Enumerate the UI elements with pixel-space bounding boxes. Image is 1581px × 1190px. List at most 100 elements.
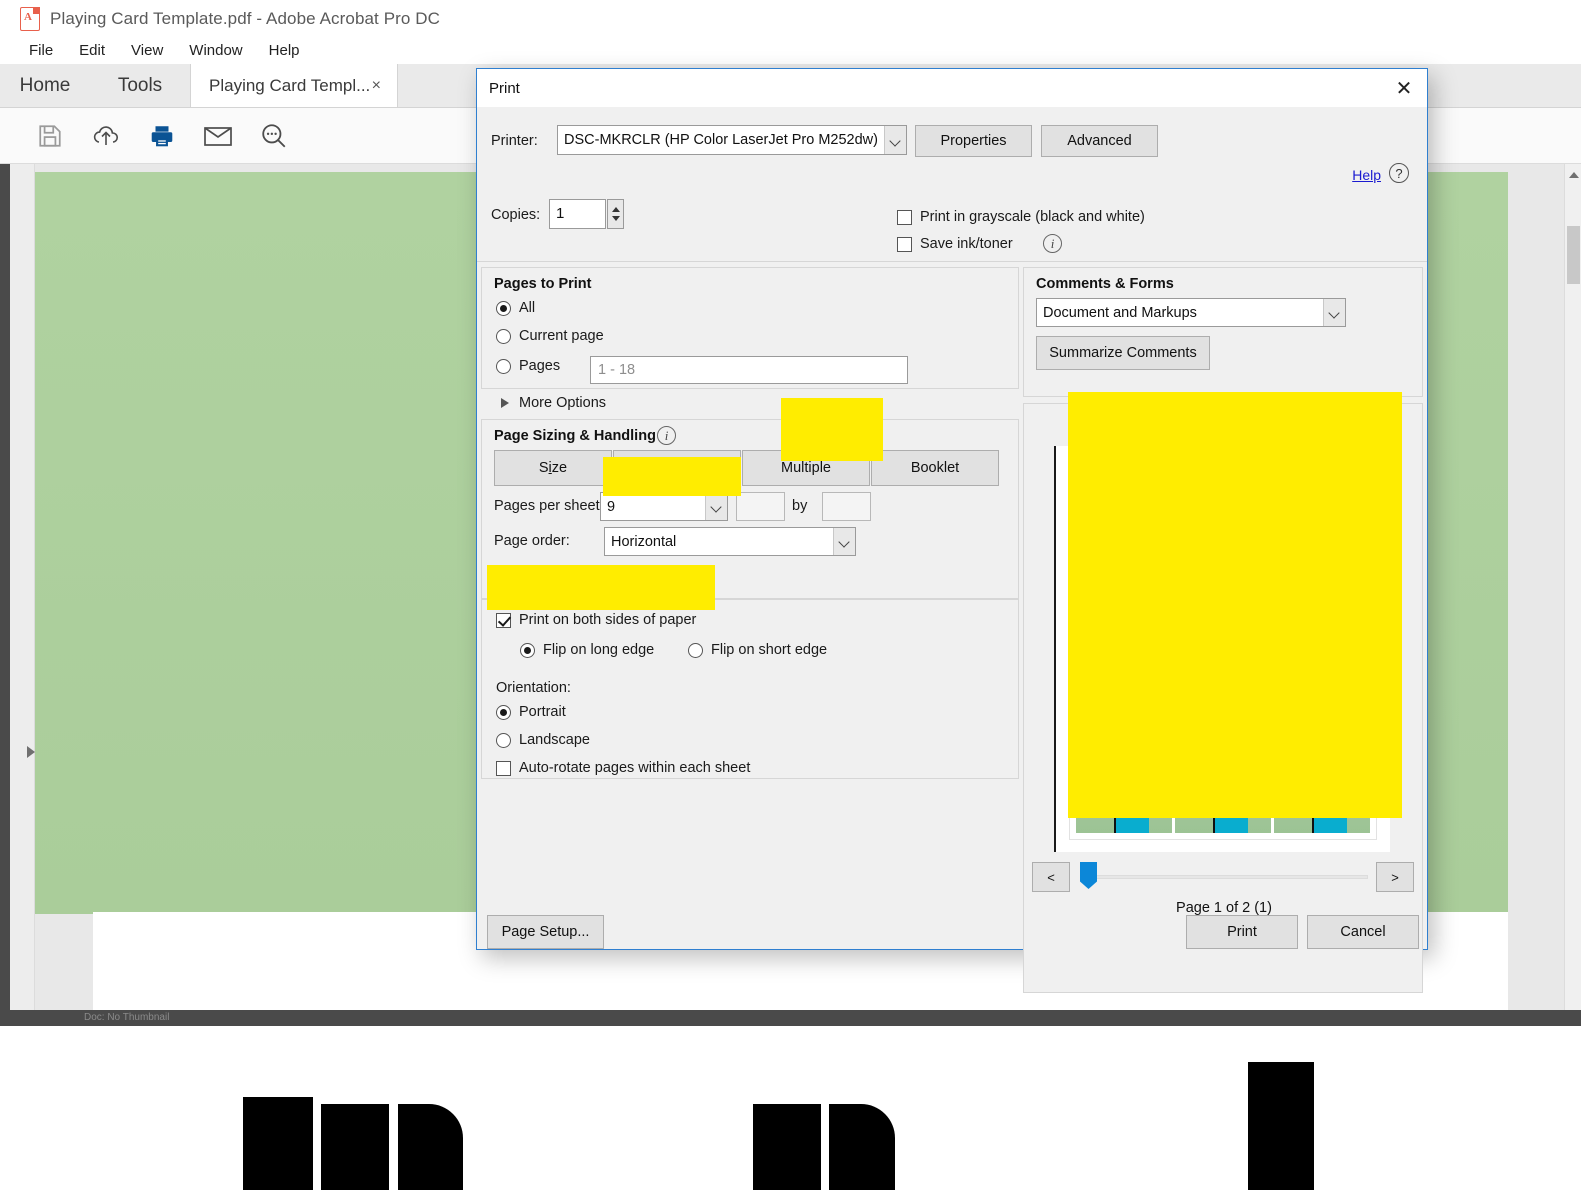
radio-icon[interactable]: [520, 643, 535, 658]
more-options-toggle[interactable]: More Options: [501, 395, 606, 411]
close-icon[interactable]: ✕: [1381, 69, 1427, 107]
close-icon[interactable]: ×: [372, 77, 381, 95]
autorotate-checkbox[interactable]: Auto-rotate pages within each sheet: [496, 760, 750, 776]
tab-document[interactable]: Playing Card Templ... ×: [190, 64, 398, 107]
grayscale-checkbox[interactable]: Print in grayscale (black and white): [897, 209, 1145, 225]
chevron-down-icon[interactable]: [1323, 299, 1345, 326]
dialog-titlebar: Print ✕: [477, 69, 1427, 107]
preview-slider-track[interactable]: [1080, 875, 1368, 879]
page-order-select[interactable]: Horizontal: [604, 527, 856, 556]
menu-window[interactable]: Window: [176, 38, 255, 64]
custom-rows-input[interactable]: [822, 492, 871, 521]
size-button[interactable]: Size: [494, 450, 612, 486]
stepper-up-icon[interactable]: [612, 207, 620, 212]
tab-tools[interactable]: Tools: [90, 64, 190, 107]
info-icon[interactable]: i: [1043, 234, 1062, 253]
radio-icon[interactable]: [496, 329, 511, 344]
advanced-button[interactable]: Advanced: [1041, 125, 1158, 157]
radio-portrait[interactable]: Portrait: [496, 704, 566, 720]
orientation-label: Orientation:: [496, 680, 571, 696]
question-mark-icon[interactable]: ?: [1389, 163, 1409, 183]
checkbox-icon[interactable]: [496, 613, 511, 628]
printer-select-value: DSC-MKRCLR (HP Color LaserJet Pro M252dw…: [558, 132, 884, 148]
pages-to-print-title: Pages to Print: [494, 276, 592, 292]
radio-flip-long-edge[interactable]: Flip on long edge: [520, 642, 654, 658]
navigation-pane[interactable]: [10, 164, 35, 1026]
booklet-button[interactable]: Booklet: [871, 450, 999, 486]
copies-stepper[interactable]: [607, 199, 624, 229]
saveink-checkbox[interactable]: Save ink/toner: [897, 236, 1013, 252]
chevron-down-icon[interactable]: [833, 528, 855, 555]
comments-forms-select[interactable]: Document and Markups: [1036, 298, 1346, 327]
summarize-comments-button[interactable]: Summarize Comments: [1036, 336, 1210, 370]
statusbar-text: Doc: No Thumbnail: [0, 1010, 1581, 1026]
printer-label: Printer:: [491, 133, 538, 149]
chevron-right-icon[interactable]: [501, 398, 509, 408]
document-scrollbar[interactable]: [1564, 164, 1581, 1026]
radio-icon[interactable]: [496, 301, 511, 316]
print-button[interactable]: Print: [1186, 915, 1298, 949]
pages-range-input[interactable]: 1 - 18: [590, 356, 908, 384]
grayscale-label: Print in grayscale (black and white): [920, 209, 1145, 225]
radio-pages[interactable]: Pages: [496, 358, 560, 374]
radio-current-page[interactable]: Current page: [496, 328, 604, 344]
checkbox-icon[interactable]: [897, 237, 912, 252]
radio-landscape-label: Landscape: [519, 732, 590, 748]
pages-per-sheet-value: 9: [601, 499, 705, 515]
copies-input[interactable]: 1: [549, 199, 606, 229]
info-icon[interactable]: i: [657, 426, 676, 445]
preview-prev-button[interactable]: <: [1032, 862, 1070, 892]
menu-file[interactable]: File: [16, 38, 66, 64]
save-icon[interactable]: [22, 116, 78, 156]
tab-home[interactable]: Home: [0, 64, 90, 107]
radio-flip-short-edge-label: Flip on short edge: [711, 642, 827, 658]
radio-pages-label: Pages: [519, 358, 560, 374]
preview-page-label: Page 1 of 2 (1): [1024, 900, 1424, 916]
checkbox-icon[interactable]: [897, 210, 912, 225]
cancel-button[interactable]: Cancel: [1307, 915, 1419, 949]
printer-select[interactable]: DSC-MKRCLR (HP Color LaserJet Pro M252dw…: [557, 125, 907, 155]
search-zoom-icon[interactable]: [246, 116, 302, 156]
checkbox-icon[interactable]: [496, 761, 511, 776]
preview-next-button[interactable]: >: [1376, 862, 1414, 892]
print-icon[interactable]: [134, 116, 190, 156]
both-sides-checkbox[interactable]: Print on both sides of paper: [496, 612, 696, 628]
comments-forms-value: Document and Markups: [1037, 305, 1323, 321]
copies-label: Copies:: [491, 207, 540, 223]
radio-all[interactable]: All: [496, 300, 535, 316]
scrollbar-thumb[interactable]: [1567, 226, 1580, 284]
radio-flip-short-edge[interactable]: Flip on short edge: [688, 642, 827, 658]
menu-view[interactable]: View: [118, 38, 176, 64]
cloud-upload-icon[interactable]: [78, 116, 134, 156]
radio-icon[interactable]: [688, 643, 703, 658]
help-link[interactable]: Help: [1352, 167, 1381, 183]
page-order-label: Page order:: [494, 533, 570, 549]
saveink-label: Save ink/toner: [920, 236, 1013, 252]
stepper-down-icon[interactable]: [612, 216, 620, 221]
chevron-down-icon[interactable]: [884, 126, 906, 154]
radio-landscape[interactable]: Landscape: [496, 732, 590, 748]
divider: [477, 261, 1427, 262]
highlight-multiple-button: [781, 398, 883, 461]
radio-icon[interactable]: [496, 705, 511, 720]
scroll-up-icon[interactable]: [1569, 172, 1579, 178]
pages-per-sheet-select[interactable]: 9: [600, 492, 728, 521]
radio-all-label: All: [519, 300, 535, 316]
preview-slider-thumb[interactable]: [1080, 862, 1097, 889]
custom-columns-input[interactable]: [736, 492, 785, 521]
page-order-value: Horizontal: [605, 534, 833, 550]
menu-edit[interactable]: Edit: [66, 38, 118, 64]
radio-icon[interactable]: [496, 359, 511, 374]
page-setup-button[interactable]: Page Setup...: [487, 915, 604, 949]
chevron-down-icon[interactable]: [705, 493, 727, 520]
radio-icon[interactable]: [496, 733, 511, 748]
dialog-title: Print: [489, 80, 520, 97]
highlight-both-sides: [487, 565, 715, 610]
email-icon[interactable]: [190, 116, 246, 156]
tab-document-label: Playing Card Templ...: [209, 76, 370, 96]
menu-help[interactable]: Help: [256, 38, 313, 64]
left-rail: [0, 164, 10, 1026]
properties-button[interactable]: Properties: [915, 125, 1032, 157]
duplex-orientation-group: Print on both sides of paper Flip on lon…: [481, 599, 1019, 779]
expand-navpane-icon[interactable]: [27, 746, 35, 758]
